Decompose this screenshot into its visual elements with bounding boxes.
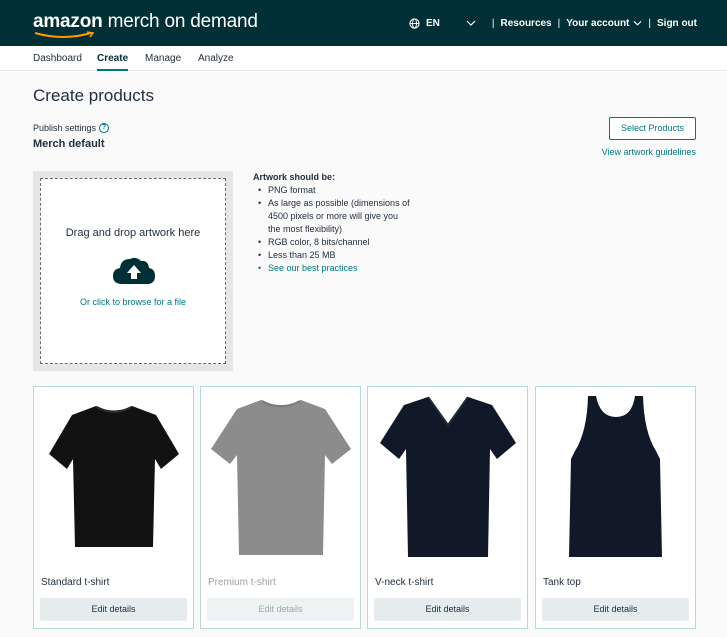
main-tabs: Dashboard Create Manage Analyze: [0, 46, 727, 71]
dropzone-inner[interactable]: Drag and drop artwork here Or click to b…: [40, 178, 226, 364]
amazon-smile-icon: [34, 31, 95, 38]
premium-tshirt-image: [211, 400, 351, 555]
requirement-item: PNG format: [253, 184, 413, 197]
publish-settings-text: Publish settings: [33, 123, 97, 133]
separator: |: [648, 17, 651, 29]
artwork-requirements: Artwork should be: PNG format As large a…: [253, 171, 413, 275]
header-nav: EN | Resources | Your account | Sign out: [409, 0, 697, 46]
product-name: Tank top: [543, 577, 581, 588]
select-products-button[interactable]: Select Products: [609, 117, 696, 140]
tab-analyze[interactable]: Analyze: [198, 53, 234, 64]
upload-cloud-icon[interactable]: [112, 255, 156, 285]
tab-create[interactable]: Create: [97, 53, 129, 71]
product-name: V-neck t-shirt: [375, 577, 434, 588]
chevron-down-icon[interactable]: [466, 20, 476, 26]
edit-details-button[interactable]: Edit details: [207, 598, 354, 621]
requirements-list: PNG format As large as possible (dimensi…: [253, 184, 413, 275]
logo-brand: amazon: [33, 11, 103, 32]
help-icon[interactable]: ?: [99, 123, 110, 133]
page-title: Create products: [33, 86, 154, 105]
product-card-tank-top[interactable]: Tank top Edit details: [535, 386, 696, 629]
standard-tshirt-image: [49, 406, 179, 547]
requirement-item: As large as possible (dimensions of 4500…: [253, 197, 413, 236]
edit-details-button[interactable]: Edit details: [542, 598, 689, 621]
requirement-item: Less than 25 MB: [253, 249, 413, 262]
tank-top-image: [569, 396, 662, 557]
product-card-standard-tshirt[interactable]: Standard t-shirt Edit details: [33, 386, 194, 629]
edit-details-button[interactable]: Edit details: [374, 598, 521, 621]
product-card-vneck-tshirt[interactable]: V-neck t-shirt Edit details: [367, 386, 528, 629]
separator: |: [491, 17, 495, 29]
language-selector[interactable]: EN: [426, 18, 440, 29]
logo-text: merch on demand: [102, 11, 258, 32]
vneck-tshirt-image: [380, 396, 516, 557]
chevron-down-icon[interactable]: [633, 20, 642, 26]
resources-link[interactable]: Resources: [500, 18, 551, 29]
product-name: Standard t-shirt: [41, 577, 110, 588]
tab-dashboard[interactable]: Dashboard: [33, 53, 82, 64]
publish-settings-value: Merch default: [33, 138, 105, 150]
browse-file-link[interactable]: Or click to browse for a file: [41, 297, 225, 307]
product-card-premium-tshirt[interactable]: Premium t-shirt Edit details: [200, 386, 361, 629]
top-header: amazon merch on demand EN | Resources | …: [0, 0, 727, 46]
product-name: Premium t-shirt: [208, 577, 276, 588]
sign-out-link[interactable]: Sign out: [657, 18, 697, 29]
your-account-link[interactable]: Your account: [566, 18, 629, 29]
artwork-dropzone[interactable]: Drag and drop artwork here Or click to b…: [33, 171, 233, 371]
globe-icon: [409, 17, 420, 29]
artwork-guidelines-link[interactable]: View artwork guidelines: [602, 147, 696, 157]
best-practices-link[interactable]: See our best practices: [253, 262, 413, 275]
edit-details-button[interactable]: Edit details: [40, 598, 187, 621]
publish-settings-label: Publish settings ?: [33, 123, 110, 133]
separator: |: [557, 17, 561, 29]
merch-logo[interactable]: amazon merch on demand: [33, 11, 258, 33]
dropzone-title: Drag and drop artwork here: [65, 227, 201, 239]
tab-manage[interactable]: Manage: [145, 53, 181, 64]
requirement-item: RGB color, 8 bits/channel: [253, 236, 413, 249]
requirements-title: Artwork should be:: [253, 172, 336, 182]
